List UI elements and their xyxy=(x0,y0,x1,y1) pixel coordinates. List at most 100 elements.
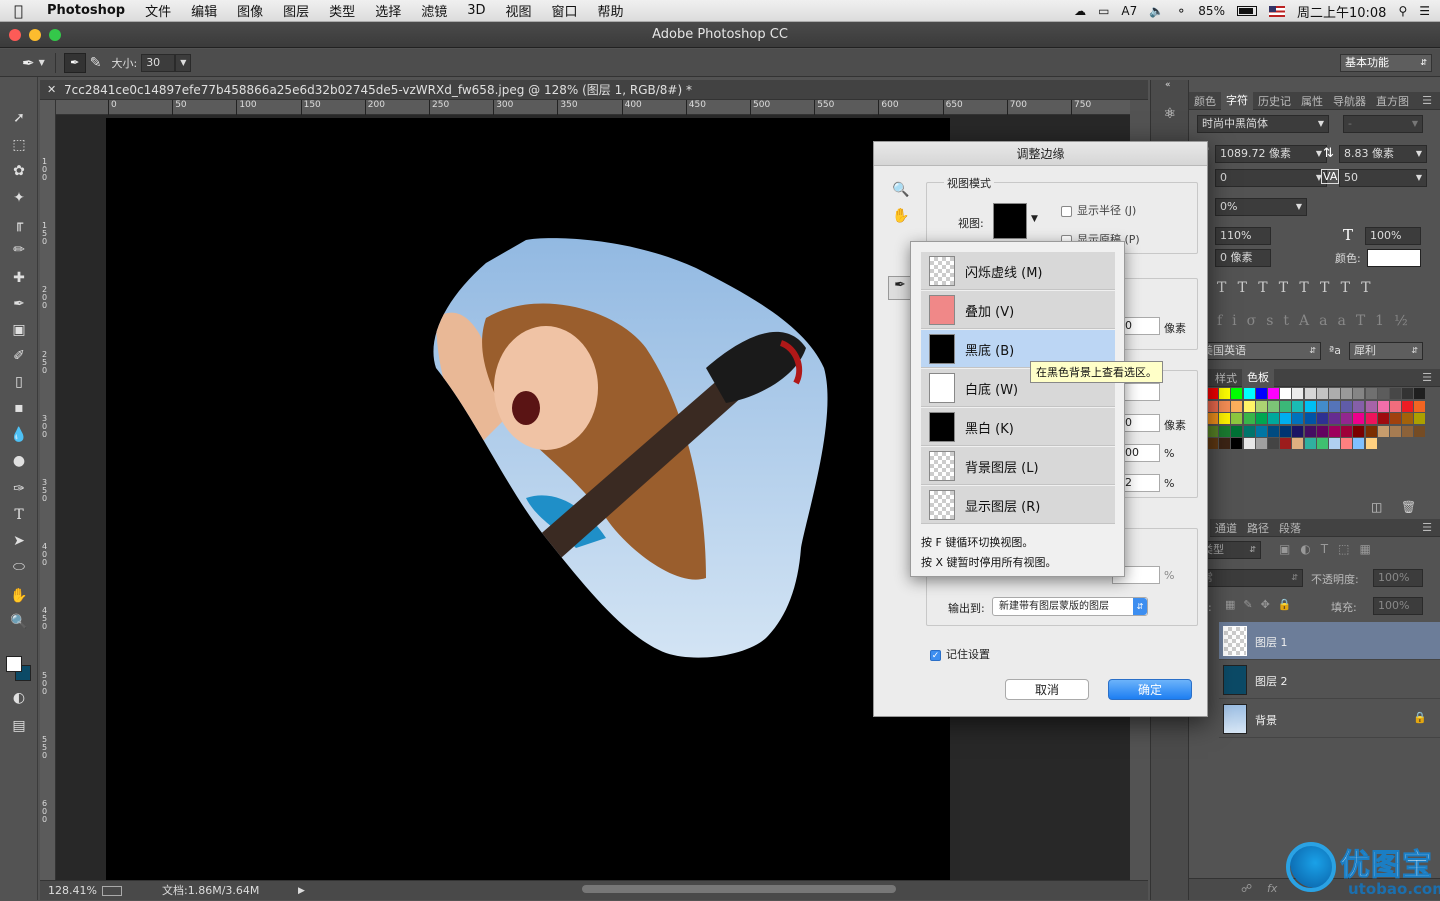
color-swatch[interactable] xyxy=(1377,425,1389,437)
tab-swatches[interactable]: 色板 xyxy=(1242,368,1274,387)
color-swatch[interactable] xyxy=(1353,425,1365,437)
link-layers-icon[interactable]: ☍ xyxy=(1241,882,1252,895)
color-swatch[interactable] xyxy=(1219,388,1231,399)
menu-layer[interactable]: 图层 xyxy=(273,1,319,20)
layer-name[interactable]: 图层 2 xyxy=(1255,673,1288,689)
color-swatch[interactable] xyxy=(1402,400,1414,412)
color-swatch[interactable] xyxy=(1255,400,1267,412)
color-swatch[interactable] xyxy=(1219,425,1231,437)
text-color-swatch[interactable] xyxy=(1367,249,1421,267)
view-option-background-layer[interactable]: 背景图层 (L) xyxy=(921,447,1115,485)
color-swatch[interactable] xyxy=(1390,388,1401,399)
color-swatch[interactable] xyxy=(1377,400,1389,412)
color-swatch[interactable] xyxy=(1280,400,1292,412)
color-swatch[interactable] xyxy=(1304,425,1316,437)
language-select[interactable]: 美国英语 ⇵ xyxy=(1197,342,1321,360)
color-swatch[interactable] xyxy=(1414,400,1426,412)
color-swatch[interactable] xyxy=(1243,388,1255,399)
color-swatch[interactable] xyxy=(1243,438,1255,449)
kerning-input[interactable]: 0 ▼ xyxy=(1215,169,1327,187)
menu-select[interactable]: 选择 xyxy=(365,1,411,20)
hand-tool-icon[interactable]: ✋ xyxy=(8,585,30,607)
color-swatch[interactable] xyxy=(1243,413,1255,424)
color-swatch[interactable] xyxy=(1414,388,1426,399)
ai-menu[interactable]: A7 xyxy=(1121,4,1137,18)
color-swatch[interactable] xyxy=(1280,425,1292,437)
apple-icon[interactable]:  xyxy=(0,2,37,20)
crop-tool-icon[interactable]: ╓ xyxy=(8,213,30,235)
layer-row[interactable]: 背景 🔒 xyxy=(1219,700,1440,738)
new-swatch-icon[interactable]: ◫ xyxy=(1371,500,1382,514)
menu-filter[interactable]: 滤镜 xyxy=(411,1,457,20)
zoom-level[interactable]: 128.41% xyxy=(48,881,97,901)
tab-properties[interactable]: 属性 xyxy=(1296,93,1328,109)
close-window-button[interactable] xyxy=(9,29,21,41)
antialias-select[interactable]: 犀利 ⇵ xyxy=(1349,342,1423,360)
color-swatch[interactable] xyxy=(1377,388,1389,399)
color-swatch[interactable] xyxy=(1341,388,1353,399)
color-swatch[interactable] xyxy=(1280,388,1292,399)
font-size-input[interactable]: 1089.72 像素 ▼ xyxy=(1215,145,1327,163)
foreground-color-swatch[interactable] xyxy=(6,656,22,672)
color-swatch[interactable] xyxy=(1402,425,1414,437)
color-swatch[interactable] xyxy=(1365,425,1377,437)
color-swatch[interactable] xyxy=(1353,413,1365,424)
tracking-input[interactable]: 50 ▼ xyxy=(1339,169,1427,187)
tab-paragraph[interactable]: 段落 xyxy=(1274,520,1306,536)
document-canvas[interactable] xyxy=(106,118,950,880)
color-swatch[interactable] xyxy=(1255,413,1267,424)
contrast-input[interactable]: 00 xyxy=(1120,444,1160,462)
tab-channels[interactable]: 通道 xyxy=(1210,520,1242,536)
refine-radius-tool-icon[interactable]: ✒ xyxy=(63,52,86,73)
stamp-tool-icon[interactable]: ▣ xyxy=(8,319,30,341)
checkbox-box[interactable]: ✓ xyxy=(930,649,941,661)
menu-window[interactable]: 窗口 xyxy=(542,1,588,20)
display-icon[interactable]: ▭ xyxy=(1098,4,1109,18)
color-swatch[interactable] xyxy=(1329,425,1340,437)
minimize-window-button[interactable] xyxy=(29,29,41,41)
spotlight-icon[interactable]: ⚲ xyxy=(1398,4,1407,18)
color-swatch[interactable] xyxy=(1390,425,1401,437)
status-icon[interactable] xyxy=(102,886,122,896)
leading-input[interactable]: 8.83 像素 ▼ xyxy=(1339,145,1427,163)
color-swatch[interactable] xyxy=(1316,388,1328,399)
blend-mode-select[interactable]: 常⇵ xyxy=(1197,569,1303,587)
radius-input[interactable]: 0 xyxy=(1120,317,1160,335)
color-swatch[interactable] xyxy=(1292,413,1304,424)
size-dropdown[interactable]: ▼ xyxy=(175,53,192,72)
shift-edge-input[interactable]: 2 xyxy=(1120,474,1160,492)
color-swatch[interactable] xyxy=(1316,425,1328,437)
color-swatch[interactable] xyxy=(1292,425,1304,437)
color-swatch[interactable] xyxy=(1390,413,1401,424)
flag-icon[interactable] xyxy=(1268,5,1285,17)
color-swatch[interactable] xyxy=(1255,438,1267,449)
type-tool-icon[interactable]: T xyxy=(8,504,30,526)
magic-wand-tool-icon[interactable]: ✦ xyxy=(8,187,30,209)
color-swatch[interactable] xyxy=(1414,425,1426,437)
menu-view[interactable]: 视图 xyxy=(496,1,542,20)
menu-edit[interactable]: 编辑 xyxy=(181,1,227,20)
color-swatch[interactable] xyxy=(1402,413,1414,424)
checkbox-box[interactable] xyxy=(1061,205,1072,217)
color-swatch[interactable] xyxy=(1341,400,1353,412)
color-swatch[interactable] xyxy=(1414,413,1426,424)
color-swatch[interactable] xyxy=(1207,438,1218,449)
color-swatch[interactable] xyxy=(1329,388,1340,399)
color-swatch[interactable] xyxy=(1280,438,1292,449)
collapse-panels-icon[interactable]: « xyxy=(1165,80,1171,90)
color-swatch[interactable] xyxy=(1231,413,1243,424)
feather-input[interactable]: 0 xyxy=(1120,414,1160,432)
color-swatch[interactable] xyxy=(1219,400,1231,412)
layer-row[interactable]: 图层 2 xyxy=(1219,661,1440,699)
refine-radius-tool-icon[interactable]: ✒ xyxy=(888,276,912,300)
color-swatch[interactable] xyxy=(1255,425,1267,437)
color-swatch[interactable] xyxy=(1329,400,1340,412)
history-brush-tool-icon[interactable]: ✐ xyxy=(8,345,30,367)
color-swatch[interactable] xyxy=(1292,438,1304,449)
swatch-grid[interactable] xyxy=(1207,388,1427,488)
view-option-marching-ants[interactable]: 闪烁虚线 (M) xyxy=(921,252,1115,290)
color-swatch[interactable] xyxy=(1365,413,1377,424)
color-swatch[interactable] xyxy=(1207,400,1218,412)
panel-menu-icon[interactable]: ☰ xyxy=(1417,371,1437,384)
layer-name[interactable]: 背景 xyxy=(1255,712,1277,728)
